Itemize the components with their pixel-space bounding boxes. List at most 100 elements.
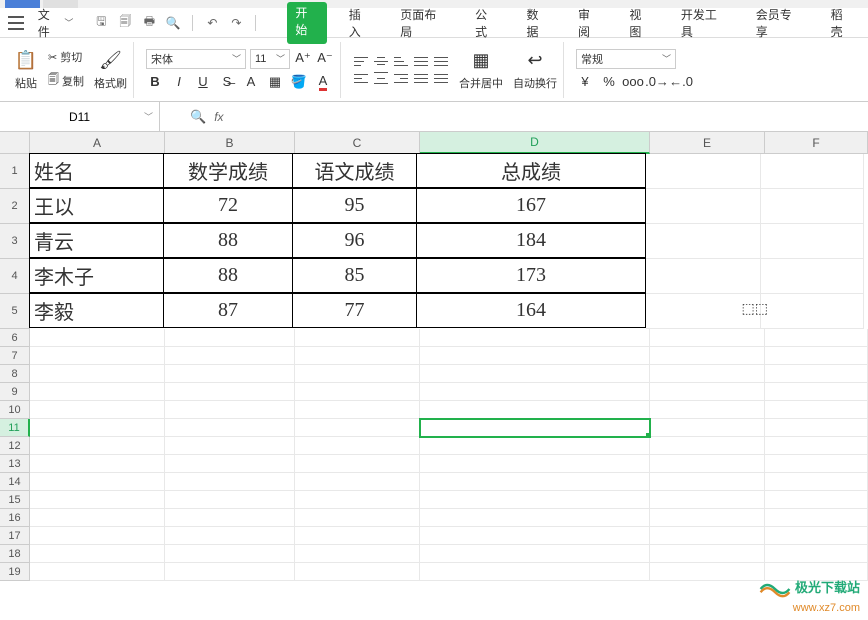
row-header[interactable]: 18 — [0, 545, 30, 563]
cell[interactable] — [420, 491, 650, 509]
cell[interactable] — [765, 473, 868, 491]
currency-button[interactable]: ¥ — [576, 73, 594, 91]
cell[interactable] — [420, 437, 650, 455]
row-header[interactable]: 13 — [0, 455, 30, 473]
cell[interactable] — [650, 545, 765, 563]
cell[interactable]: 李毅 — [29, 293, 164, 328]
cell[interactable] — [761, 294, 864, 329]
comma-button[interactable]: ooo — [624, 73, 642, 91]
cell[interactable] — [295, 365, 420, 383]
fill-color-button[interactable]: 🪣 — [290, 73, 308, 91]
cell[interactable] — [650, 401, 765, 419]
cell[interactable]: 王以 — [29, 188, 164, 223]
cell[interactable]: 88 — [163, 258, 293, 293]
distribute-button[interactable] — [433, 71, 449, 85]
decrease-decimal-button[interactable]: ←.0 — [672, 73, 690, 91]
name-box-input[interactable] — [30, 110, 130, 124]
format-painter-button[interactable]: 🖌 格式刷 — [94, 49, 127, 91]
cell[interactable] — [30, 401, 165, 419]
cell[interactable] — [30, 509, 165, 527]
cell[interactable] — [650, 473, 765, 491]
tab-member[interactable]: 会员专享 — [750, 2, 809, 44]
decrease-font-button[interactable]: A⁻ — [316, 49, 334, 67]
cell[interactable] — [765, 419, 868, 437]
cell[interactable] — [30, 473, 165, 491]
cell[interactable] — [765, 545, 868, 563]
bold-button[interactable]: B — [146, 73, 164, 91]
cell[interactable]: 姓名 — [29, 153, 164, 188]
cell[interactable]: 85 — [292, 258, 417, 293]
cell[interactable] — [165, 437, 295, 455]
cell[interactable] — [30, 545, 165, 563]
copy-button[interactable]: 🗐 复制 — [48, 71, 84, 90]
formula-input[interactable] — [232, 109, 868, 124]
cell[interactable] — [765, 401, 868, 419]
name-box[interactable]: ﹀ — [0, 102, 160, 131]
cell[interactable] — [30, 347, 165, 365]
cell[interactable]: 数学成绩 — [163, 153, 293, 188]
cell[interactable] — [165, 527, 295, 545]
cell[interactable] — [650, 491, 765, 509]
cell[interactable] — [420, 329, 650, 347]
tab-review[interactable]: 审阅 — [572, 2, 607, 44]
cell[interactable] — [295, 473, 420, 491]
redo-icon[interactable]: ↷ — [228, 15, 244, 31]
cell[interactable]: 72 — [163, 188, 293, 223]
tab-view[interactable]: 视图 — [623, 2, 658, 44]
cell[interactable]: 青云 — [29, 223, 164, 258]
borders-button[interactable]: ▦ — [266, 73, 284, 91]
tab-insert[interactable]: 插入 — [343, 2, 378, 44]
cell[interactable] — [295, 527, 420, 545]
row-header[interactable]: 9 — [0, 383, 30, 401]
cell[interactable] — [650, 347, 765, 365]
justify-button[interactable] — [413, 71, 429, 85]
tab-developer[interactable]: 开发工具 — [675, 2, 734, 44]
paste-button[interactable]: 📋 粘贴 — [14, 49, 38, 91]
row-header[interactable]: 11 — [0, 419, 30, 437]
cell[interactable] — [420, 455, 650, 473]
cell[interactable] — [295, 383, 420, 401]
cell[interactable] — [165, 491, 295, 509]
row-header[interactable]: 7 — [0, 347, 30, 365]
cell[interactable] — [295, 563, 420, 581]
percent-button[interactable]: % — [600, 73, 618, 91]
cell[interactable] — [646, 154, 761, 189]
cell[interactable] — [765, 347, 868, 365]
chevron-down-icon[interactable]: ﹀ — [144, 110, 153, 123]
cell[interactable] — [295, 455, 420, 473]
font-style-button[interactable]: A — [242, 73, 260, 91]
align-center-button[interactable] — [373, 71, 389, 85]
cancel-icon[interactable]: 🔍 — [190, 109, 206, 125]
tab-docer[interactable]: 稻壳 — [825, 2, 860, 44]
tab-formulas[interactable]: 公式 — [469, 2, 504, 44]
column-header[interactable]: F — [765, 132, 868, 154]
column-header[interactable]: D — [420, 132, 650, 154]
cut-button[interactable]: ✂ 剪切 — [48, 49, 84, 65]
cell[interactable] — [420, 419, 650, 437]
tab-data[interactable]: 数据 — [521, 2, 556, 44]
cell[interactable]: 77 — [292, 293, 417, 328]
undo-icon[interactable]: ↶ — [204, 15, 220, 31]
cell[interactable] — [295, 437, 420, 455]
cell[interactable] — [30, 455, 165, 473]
cell[interactable]: 164 — [416, 293, 646, 328]
cell[interactable] — [295, 419, 420, 437]
underline-button[interactable]: U — [194, 73, 212, 91]
cell[interactable] — [165, 365, 295, 383]
cell[interactable]: 88 — [163, 223, 293, 258]
row-header[interactable]: 15 — [0, 491, 30, 509]
number-format-select[interactable]: 常规﹀ — [576, 49, 676, 69]
merge-center-button[interactable]: ▦ 合并居中 — [459, 49, 503, 91]
cell[interactable] — [646, 224, 761, 259]
cell[interactable]: 95 — [292, 188, 417, 223]
cell[interactable] — [765, 383, 868, 401]
print-preview-icon[interactable]: 🔍 — [165, 15, 181, 31]
cell[interactable] — [420, 545, 650, 563]
row-header[interactable]: 14 — [0, 473, 30, 491]
increase-decimal-button[interactable]: .0→ — [648, 73, 666, 91]
hamburger-icon[interactable] — [8, 16, 24, 30]
print-icon[interactable]: 🖶 — [141, 15, 157, 31]
row-header[interactable]: 1 — [0, 154, 30, 189]
cell[interactable] — [165, 509, 295, 527]
cell[interactable] — [295, 329, 420, 347]
